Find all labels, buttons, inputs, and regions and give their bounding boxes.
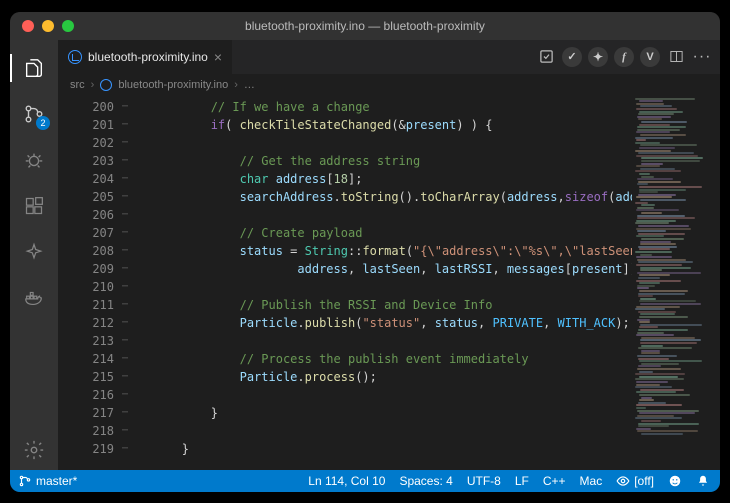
action-f-icon[interactable]: f	[614, 47, 634, 67]
settings-button[interactable]	[10, 430, 58, 470]
encoding-status[interactable]: UTF-8	[467, 474, 501, 488]
window-title: bluetooth-proximity.ino — bluetooth-prox…	[10, 19, 720, 33]
action-v-icon[interactable]: V	[640, 47, 660, 67]
extensions-button[interactable]	[10, 186, 58, 226]
line-gutter: 2002012022032042052062072082092102112122…	[58, 96, 124, 470]
code-editor[interactable]: 2002012022032042052062072082092102112122…	[58, 96, 720, 470]
split-editor-icon[interactable]	[666, 47, 686, 67]
feedback-icon[interactable]	[668, 474, 682, 488]
close-window-button[interactable]	[22, 20, 34, 32]
arduino-file-icon	[68, 50, 82, 64]
breadcrumb-more[interactable]: …	[244, 79, 255, 91]
breadcrumb-file[interactable]: bluetooth-proximity.ino	[118, 79, 228, 91]
vscode-window: bluetooth-proximity.ino — bluetooth-prox…	[10, 12, 720, 492]
editor-area: bluetooth-proximity.ino × ✓ ✦ f V ···	[58, 40, 720, 470]
minimize-window-button[interactable]	[42, 20, 54, 32]
arduino-file-icon	[100, 79, 112, 91]
os-status[interactable]: Mac	[580, 474, 603, 488]
debug-button[interactable]	[10, 140, 58, 180]
bell-icon[interactable]	[696, 474, 710, 488]
tab-close-icon[interactable]: ×	[214, 49, 222, 65]
spaces-status[interactable]: Spaces: 4	[399, 474, 452, 488]
tab-filename: bluetooth-proximity.ino	[88, 50, 208, 64]
action-compile-icon[interactable]	[536, 47, 556, 67]
activity-bar: 2	[10, 40, 58, 470]
minimap[interactable]	[632, 96, 720, 470]
main-body: 2 bluetooth-proxim	[10, 40, 720, 470]
tab-file[interactable]: bluetooth-proximity.ino ×	[58, 40, 233, 74]
breadcrumb-src[interactable]: src	[70, 79, 85, 91]
titlebar: bluetooth-proximity.ino — bluetooth-prox…	[10, 12, 720, 40]
chevron-right-icon: ›	[234, 79, 238, 91]
lang-status[interactable]: C++	[543, 474, 566, 488]
tab-bar: bluetooth-proximity.ino × ✓ ✦ f V ···	[58, 40, 720, 74]
chevron-right-icon: ›	[91, 79, 95, 91]
scm-badge: 2	[36, 116, 50, 130]
editor-actions: ✓ ✦ f V ···	[536, 40, 720, 74]
action-flash-icon[interactable]: ✦	[588, 47, 608, 67]
action-check-icon[interactable]: ✓	[562, 47, 582, 67]
more-actions-icon[interactable]: ···	[692, 47, 712, 67]
explorer-button[interactable]	[10, 48, 58, 88]
scm-button[interactable]: 2	[10, 94, 58, 134]
breadcrumb[interactable]: src › bluetooth-proximity.ino › …	[58, 74, 720, 96]
preview-status[interactable]: [off]	[616, 474, 654, 488]
branch-status[interactable]: master*	[18, 474, 77, 488]
line-col-status[interactable]: Ln 114, Col 10	[308, 474, 385, 488]
zoom-window-button[interactable]	[62, 20, 74, 32]
eol-status[interactable]: LF	[515, 474, 529, 488]
status-bar: master* Ln 114, Col 10 Spaces: 4 UTF-8 L…	[10, 470, 720, 492]
traffic-lights	[10, 20, 74, 32]
code-content[interactable]: // If we have a change if( checkTileStat…	[124, 96, 632, 470]
docker-button[interactable]	[10, 278, 58, 318]
particle-button[interactable]	[10, 232, 58, 272]
